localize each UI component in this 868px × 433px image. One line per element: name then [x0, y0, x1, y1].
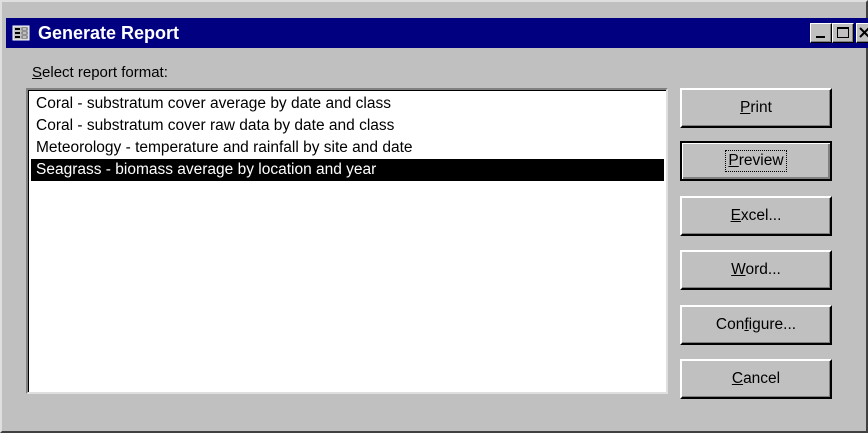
window-title: Generate Report	[38, 22, 180, 43]
label-text: elect report format:	[42, 64, 168, 81]
preview-button-label: Preview	[725, 150, 787, 172]
generate-report-dialog: Generate Report Select report format: Co…	[0, 0, 868, 433]
title-bar[interactable]: Generate Report	[6, 18, 868, 48]
label-mnemonic: S	[32, 64, 43, 81]
minimize-icon	[816, 36, 825, 38]
configure-button-label: Configure...	[715, 316, 797, 333]
print-button[interactable]: Print	[680, 88, 832, 128]
preview-button[interactable]: Preview	[680, 141, 832, 181]
list-item-seagrass-selected[interactable]: Seagrass - biomass average by location a…	[31, 159, 664, 181]
list-item-meteorology[interactable]: Meteorology - temperature and rainfall b…	[31, 137, 664, 159]
list-item-coral-raw[interactable]: Coral - substratum cover raw data by dat…	[31, 115, 664, 137]
list-item-coral-average[interactable]: Coral - substratum cover average by date…	[31, 93, 664, 115]
minimize-button[interactable]	[810, 23, 832, 43]
configure-button[interactable]: Configure...	[680, 305, 832, 345]
print-button-label: Print	[740, 99, 772, 116]
cancel-button-label: Cancel	[731, 370, 781, 387]
maximize-button[interactable]	[832, 23, 854, 43]
select-report-format-label: Select report format:	[32, 64, 168, 81]
word-button[interactable]: Word...	[680, 250, 832, 290]
excel-button[interactable]: Excel...	[680, 196, 832, 236]
maximize-icon	[837, 27, 849, 38]
cancel-button[interactable]: Cancel	[680, 359, 832, 399]
excel-button-label: Excel...	[730, 207, 782, 224]
close-icon	[859, 27, 868, 38]
form-icon	[12, 25, 30, 41]
close-button[interactable]	[856, 23, 868, 43]
report-format-listbox[interactable]: Coral - substratum cover average by date…	[26, 88, 668, 394]
word-button-label: Word...	[731, 261, 781, 278]
